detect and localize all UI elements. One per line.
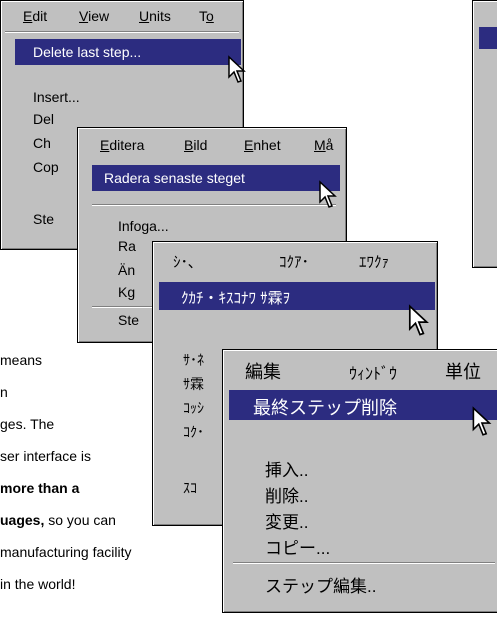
menu-bar: Edit View Units To <box>1 1 243 31</box>
menu-item-highlighted[interactable]: ｸｶﾁ・ｷｽｺﾅﾜ ｻ霖ｦ <box>159 282 435 310</box>
menu-bar: Editera Bild Enhet Må <box>78 128 346 160</box>
menu-item-bar-2[interactable]: ｺｸｱ･ <box>279 251 309 272</box>
paragraph-line: more than a <box>0 480 80 496</box>
menu-units-jp[interactable]: 単位 <box>445 358 481 384</box>
paragraph-line: ges. The <box>0 416 55 432</box>
menu-item-ste[interactable]: Ste <box>118 312 139 328</box>
menu-editera[interactable]: Editera <box>100 137 144 153</box>
menu-window-partial <box>472 0 497 268</box>
menu-edit-jp[interactable]: 編集 <box>245 358 281 384</box>
paragraph-line: n <box>0 384 8 400</box>
menu-item-infoga[interactable]: Infoga... <box>118 218 169 234</box>
menu-item-an[interactable]: Än <box>118 262 135 278</box>
arrow-cursor-icon <box>472 406 492 436</box>
paragraph-line: ser interface is <box>0 448 92 464</box>
menu-highlight-partial <box>479 27 497 49</box>
menu-item-insert-jp[interactable]: 挿入.. <box>265 456 308 481</box>
paragraph-line: in the world! <box>0 576 76 592</box>
menu-item-change-jp[interactable]: 変更.. <box>265 508 308 533</box>
menu-item-ra[interactable]: Ra <box>118 238 136 254</box>
menu-item-bar-1[interactable]: ｼ･､ <box>173 251 196 272</box>
paragraph-line: means <box>0 352 43 368</box>
menu-item-bar-3[interactable]: ｴﾜｸｧ <box>359 251 389 272</box>
menu-tools[interactable]: To <box>199 8 214 24</box>
menu-item-delete-last-step[interactable]: Delete last step... <box>15 39 241 65</box>
menu-item-change[interactable]: Ch <box>33 135 51 151</box>
menu-item-5[interactable]: ｽｺ <box>183 478 197 498</box>
menu-item-copy[interactable]: Cop <box>33 159 59 175</box>
menu-item-1[interactable]: ｻ･ﾈ <box>183 350 204 370</box>
menu-item-insert[interactable]: Insert... <box>33 89 80 105</box>
menu-item-4[interactable]: ｺｸ･ <box>183 422 204 442</box>
menu-item-delete-jp[interactable]: 削除.. <box>265 482 308 507</box>
menu-item-delete-last-step-jp[interactable]: 最終ステップ削除 <box>229 390 497 420</box>
paragraph-line-mixed: uages, so you can <box>0 512 116 528</box>
menu-units[interactable]: Units <box>139 8 171 24</box>
menu-item-step[interactable]: Ste <box>33 211 54 227</box>
arrow-cursor-icon <box>408 304 429 336</box>
menu-edit[interactable]: Edit <box>23 8 47 24</box>
menu-item-delete[interactable]: Del <box>33 111 54 127</box>
menu-item-3[interactable]: ｺｯｼ <box>183 398 204 418</box>
menu-item-copy-jp[interactable]: コピー... <box>265 534 330 559</box>
menu-bar: ｼ･､ ｺｸｱ･ ｴﾜｸｧ <box>153 242 437 278</box>
menu-enhet[interactable]: Enhet <box>244 137 281 153</box>
menu-bar: 編集 ｳｨﾝﾄﾞｳ 単位 <box>223 350 497 390</box>
menu-item-kg[interactable]: Kg <box>118 284 135 300</box>
menu-item-2[interactable]: ｻ霖 <box>183 374 204 394</box>
menu-window-japanese: 編集 ｳｨﾝﾄﾞｳ 単位 最終ステップ削除 挿入.. 削除.. 変更.. コピー… <box>222 349 497 613</box>
menu-ma[interactable]: Må <box>314 137 333 153</box>
menu-item-step-edit-jp[interactable]: ステップ編集.. <box>265 572 376 597</box>
menu-view[interactable]: View <box>79 8 109 24</box>
arrow-cursor-icon <box>228 55 246 83</box>
menu-bild[interactable]: Bild <box>184 137 207 153</box>
menu-item-radera[interactable]: Radera senaste steget <box>92 165 340 191</box>
bold-word: uages, <box>0 512 45 528</box>
paragraph-line: manufacturing facility <box>0 544 132 560</box>
menu-window-jp[interactable]: ｳｨﾝﾄﾞｳ <box>349 360 397 384</box>
arrow-cursor-icon <box>319 180 337 208</box>
